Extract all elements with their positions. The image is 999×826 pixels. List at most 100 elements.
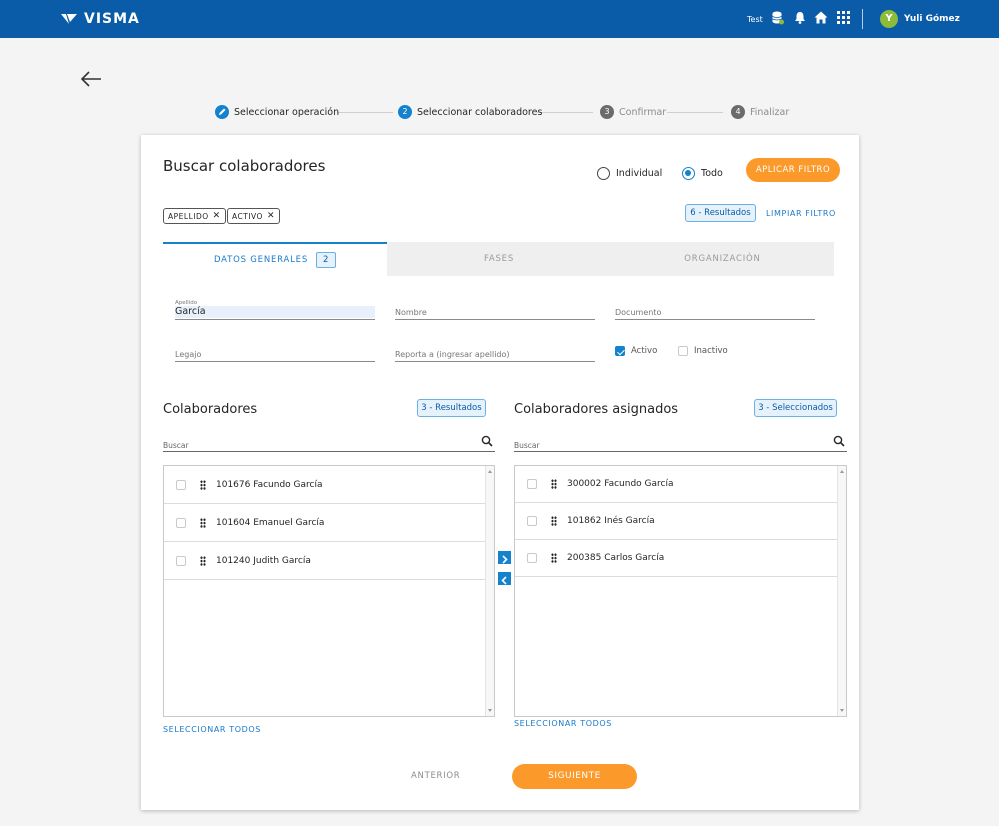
tab-count-badge: 2: [316, 252, 337, 268]
previous-button[interactable]: ANTERIOR: [411, 771, 460, 781]
bell-icon[interactable]: [794, 11, 806, 24]
main-card: Buscar colaboradores Individual Todo APL…: [141, 135, 859, 810]
radio-todo[interactable]: Todo: [682, 167, 723, 180]
drag-handle-icon[interactable]: [200, 479, 206, 490]
drag-handle-icon[interactable]: [551, 479, 557, 489]
pencil-icon: [215, 105, 229, 119]
asignados-title: Colaboradores asignados: [514, 402, 679, 417]
field-value[interactable]: García: [175, 306, 375, 318]
clear-filter-link[interactable]: LIMPIAR FILTRO: [766, 209, 836, 218]
results-badge: 6 - Resultados: [685, 204, 756, 222]
move-left-button[interactable]: [498, 572, 511, 585]
list-item-label: 200385 Carlos García: [567, 553, 665, 563]
search-icon[interactable]: [833, 435, 845, 447]
database-icon[interactable]: [772, 11, 784, 25]
checkbox-label: Activo: [631, 346, 658, 356]
filter-chip-apellido[interactable]: APELLIDO ✕: [163, 208, 226, 224]
colaboradores-list[interactable]: 101676 Facundo García 101604 Emanuel Gar…: [163, 465, 495, 717]
tab-fases[interactable]: FASES: [387, 242, 611, 276]
nombre-field[interactable]: Nombre: [395, 298, 595, 320]
list-item[interactable]: 101240 Judith García: [164, 542, 486, 580]
list-item-label: 101676 Facundo García: [216, 479, 323, 490]
close-icon[interactable]: ✕: [213, 211, 221, 221]
legajo-field[interactable]: Legajo: [175, 340, 375, 362]
reporta-a-field[interactable]: Reporta a (ingresar apellido): [395, 340, 595, 362]
row-checkbox[interactable]: [527, 479, 537, 489]
filter-chip-activo[interactable]: ACTIVO ✕: [227, 208, 280, 224]
user-name[interactable]: Yuli Gómez: [904, 14, 960, 24]
tab-datos-generales[interactable]: DATOS GENERALES 2: [163, 242, 387, 276]
move-right-button[interactable]: [498, 551, 511, 564]
apps-grid-icon[interactable]: [837, 11, 850, 24]
back-arrow-icon[interactable]: [80, 70, 102, 88]
documento-field[interactable]: Documento: [615, 298, 815, 320]
list-item[interactable]: 300002 Facundo García: [515, 466, 838, 503]
colaboradores-title: Colaboradores: [163, 402, 258, 417]
inactivo-checkbox[interactable]: Inactivo: [678, 346, 728, 356]
radio-label: Individual: [616, 168, 663, 179]
checkbox-box[interactable]: [615, 346, 625, 356]
visma-logo-icon: [61, 14, 77, 24]
radio-label: Todo: [701, 168, 723, 179]
row-checkbox[interactable]: [176, 517, 186, 528]
step-seleccionar-operacion[interactable]: Seleccionar operación: [215, 105, 339, 119]
drag-handle-icon[interactable]: [551, 516, 557, 526]
list-item[interactable]: 101676 Facundo García: [164, 466, 486, 504]
activo-checkbox[interactable]: Activo: [615, 346, 657, 356]
scrollbar[interactable]: [485, 466, 494, 716]
row-checkbox[interactable]: [527, 516, 537, 526]
avatar[interactable]: Y: [880, 10, 898, 28]
chevron-right-icon: [502, 555, 508, 564]
logo-text: VISMA: [84, 11, 140, 27]
list-item[interactable]: 101862 Inés García: [515, 503, 838, 540]
field-label: Documento: [615, 308, 662, 317]
step-number: 3: [600, 105, 614, 119]
step-number: 2: [398, 105, 412, 119]
list-item-label: 101240 Judith García: [216, 555, 311, 566]
list-item-label: 300002 Facundo García: [567, 479, 674, 489]
asignados-list[interactable]: 300002 Facundo García 101862 Inés García…: [514, 465, 847, 717]
apply-filter-button[interactable]: APLICAR FILTRO: [746, 158, 840, 182]
scroll-up-icon[interactable]: [840, 470, 844, 473]
row-checkbox[interactable]: [527, 553, 537, 563]
field-label: Legajo: [175, 350, 202, 359]
step-seleccionar-colaboradores[interactable]: 2 Seleccionar colaboradores: [398, 105, 542, 119]
step-finalizar[interactable]: 4 Finalizar: [731, 105, 789, 119]
tab-label: FASES: [483, 254, 515, 264]
drag-handle-icon[interactable]: [200, 555, 206, 566]
step-connector: [667, 112, 723, 113]
radio-individual[interactable]: Individual: [597, 167, 662, 180]
scroll-up-icon[interactable]: [488, 470, 492, 473]
visma-logo[interactable]: VISMA: [60, 11, 140, 27]
step-label: Seleccionar colaboradores: [417, 106, 543, 118]
drag-handle-icon[interactable]: [200, 517, 206, 528]
scrollbar[interactable]: [837, 466, 846, 716]
colaboradores-results-badge: 3 - Resultados: [417, 399, 486, 417]
step-confirmar[interactable]: 3 Confirmar: [600, 105, 666, 119]
checkbox-box[interactable]: [678, 346, 688, 356]
step-label: Finalizar: [750, 106, 790, 118]
select-all-right-link[interactable]: SELECCIONAR TODOS: [514, 719, 612, 728]
field-label: Reporta a (ingresar apellido): [395, 350, 510, 359]
search-icon[interactable]: [481, 435, 493, 447]
row-checkbox[interactable]: [176, 479, 186, 490]
apellido-field[interactable]: Apellido García: [175, 298, 375, 320]
scroll-down-icon[interactable]: [840, 709, 844, 712]
chevron-left-icon: [501, 576, 507, 585]
scroll-down-icon[interactable]: [488, 709, 492, 712]
list-item[interactable]: 200385 Carlos García: [515, 540, 838, 577]
tab-organizacion[interactable]: ORGANIZACIÓN: [611, 242, 834, 276]
asignados-search-input[interactable]: Buscar: [514, 434, 847, 452]
drag-handle-icon[interactable]: [551, 553, 557, 563]
row-checkbox[interactable]: [176, 555, 186, 566]
radio-circle[interactable]: [597, 167, 610, 180]
page-title: Buscar colaboradores: [163, 157, 326, 175]
close-icon[interactable]: ✕: [267, 211, 275, 221]
chip-label: ACTIVO: [232, 211, 263, 221]
radio-circle[interactable]: [682, 167, 695, 180]
home-icon[interactable]: [814, 11, 828, 24]
select-all-left-link[interactable]: SELECCIONAR TODOS: [163, 725, 261, 734]
colaboradores-search-input[interactable]: Buscar: [163, 434, 495, 452]
list-item[interactable]: 101604 Emanuel García: [164, 504, 486, 542]
next-button[interactable]: SIGUIENTE: [512, 764, 637, 789]
